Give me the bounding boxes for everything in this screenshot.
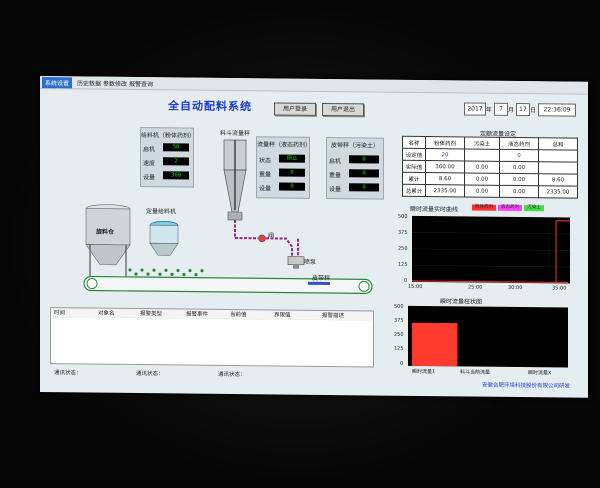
table-cell: 360.00 xyxy=(425,160,465,173)
y-tick: 250 xyxy=(398,245,408,252)
alarm-col-event: 报警事件 xyxy=(186,311,209,318)
table-cell: 0.00 xyxy=(464,184,500,198)
table-cell: 总累计 xyxy=(402,184,426,197)
x-tick: 35:00 xyxy=(552,285,567,292)
x-tick: 30:00 xyxy=(508,284,523,292)
y-tick: 375 xyxy=(394,317,404,324)
table-cell: 液态药剂 xyxy=(499,137,539,150)
table-cell: 累计 xyxy=(402,172,426,185)
quantity-table: 名称 粉体药剂 污染土 液态药剂 总和 设定值 20 0 实际值 360.00 … xyxy=(402,135,578,199)
legend-item: 液态药剂 xyxy=(498,204,522,212)
silo-icon xyxy=(85,204,131,277)
legend-item: 粉体药剂 xyxy=(472,204,496,211)
alarm-col-current: 当前值 xyxy=(230,311,247,319)
table-cell: 2335.00 xyxy=(538,185,578,199)
y-tick: 250 xyxy=(394,331,404,338)
comm-status: 通讯状态： xyxy=(136,371,164,378)
silo-label: 旋料仓 xyxy=(96,228,115,236)
y-tick: 0 xyxy=(400,360,404,367)
bar-chart-title: 瞬时流量柱状图 xyxy=(440,298,483,306)
table-cell xyxy=(538,149,578,163)
table-cell xyxy=(464,148,500,162)
line-chart-title: 瞬时流量实时曲线 xyxy=(410,205,459,214)
pump-icon[interactable] xyxy=(287,256,305,269)
table-cell: 设定值 xyxy=(402,148,426,161)
bar-1 xyxy=(412,322,458,367)
line-series-edge xyxy=(555,220,570,283)
table-cell: 0.00 xyxy=(499,185,539,198)
table-cell: 0.00 xyxy=(464,172,500,186)
grid-line xyxy=(412,248,570,251)
table-row: 总累计 2335.00 0.00 0.00 2335.00 xyxy=(402,184,578,199)
dosing-tank-icon xyxy=(149,220,179,256)
table-cell: 名称 xyxy=(402,136,426,149)
comm-status: 通讯状态： xyxy=(54,370,82,377)
y-tick: 125 xyxy=(394,345,404,352)
table-cell: 8.60 xyxy=(538,173,578,187)
setpoint-input[interactable]: 20 xyxy=(425,148,465,161)
y-tick: 0 xyxy=(404,277,408,284)
bar-category-label: 料斗当前流量 xyxy=(460,369,491,376)
alarm-col-limit: 界限值 xyxy=(274,312,291,319)
x-tick: 25:00 xyxy=(468,284,483,291)
y-tick: 375 xyxy=(398,229,408,236)
setpoint-input[interactable]: 0 xyxy=(499,149,539,162)
alarm-table-body[interactable] xyxy=(50,317,374,368)
bar-category-label: 瞬时流量1 xyxy=(412,368,436,376)
grid-line xyxy=(412,232,570,235)
comm-status: 通讯状态： xyxy=(218,371,246,379)
table-cell: 0.00 xyxy=(499,161,539,174)
y-tick: 500 xyxy=(398,213,408,220)
table-cell: 8.60 xyxy=(425,172,465,185)
x-tick: 15:00 xyxy=(408,283,423,291)
table-cell: 2335.00 xyxy=(425,184,465,197)
alarm-col-type: 报警类型 xyxy=(140,311,163,318)
y-tick: 125 xyxy=(398,261,408,268)
table-cell: 污染土 xyxy=(464,136,500,150)
valve-label: 阀 xyxy=(268,232,275,240)
bar-chart-svg xyxy=(412,322,458,367)
alarm-col-object: 对象名 xyxy=(98,310,115,317)
table-cell: 0.00 xyxy=(464,160,500,174)
alarm-col-desc: 报警描述 xyxy=(322,312,345,320)
dosing-tank-label: 定量给料机 xyxy=(146,208,177,216)
table-cell: 实际值 xyxy=(402,160,426,173)
pump-label: 喷泵 xyxy=(304,258,317,266)
table-cell: 0.00 xyxy=(499,173,539,186)
company-footer: 安徽合肥环境科技股份有限公司研发 xyxy=(481,382,570,390)
belt-scale-label: 皮带秤 xyxy=(312,274,331,283)
hopper-scale-label: 料斗流量秤 xyxy=(220,129,251,138)
bar-category-label: 瞬时流量X xyxy=(528,370,552,377)
hmi-screen: 系统设置 历史数据 参数修改 报警查询 全自动配料系统 用户登录 用户退出 20… xyxy=(40,76,588,398)
grid-line xyxy=(412,265,570,268)
line-chart-svg xyxy=(412,220,570,284)
legend-item: 污染土 xyxy=(524,205,544,212)
alarm-col-time: 时间 xyxy=(54,310,66,317)
table-cell xyxy=(538,161,578,175)
hopper-scale-icon xyxy=(223,139,247,221)
y-tick: 500 xyxy=(394,303,404,310)
table-cell: 粉体药剂 xyxy=(425,136,465,149)
table-cell: 总和 xyxy=(538,137,578,151)
monitor-bezel: 系统设置 历史数据 参数修改 报警查询 全自动配料系统 用户登录 用户退出 20… xyxy=(0,0,600,488)
valve-icon[interactable] xyxy=(258,234,266,243)
